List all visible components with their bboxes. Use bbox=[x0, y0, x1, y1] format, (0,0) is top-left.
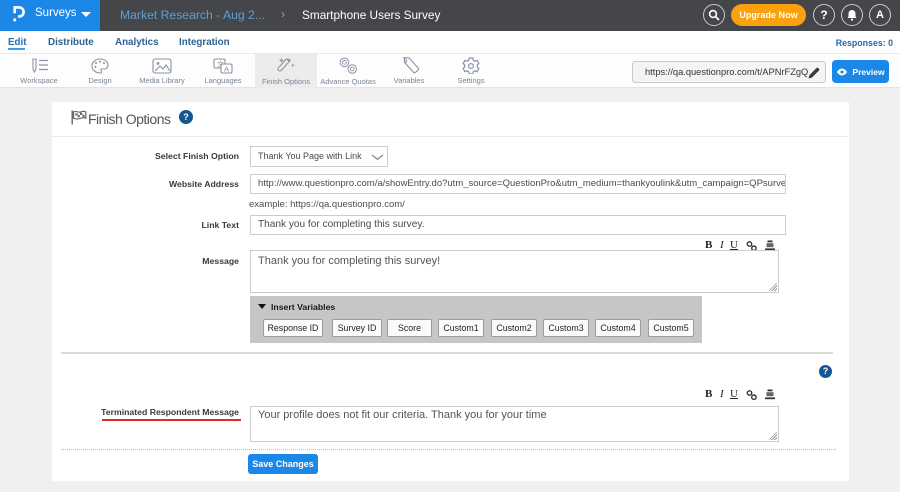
svg-text:A: A bbox=[224, 64, 229, 73]
